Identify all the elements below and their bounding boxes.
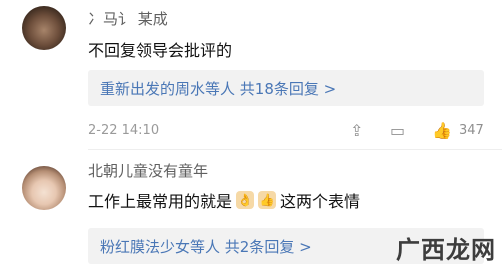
replies-text: 重新出发的周水等人 共18条回复 > [100, 79, 337, 98]
replies-link[interactable]: 重新出发的周水等人 共18条回复 > [88, 70, 484, 106]
comment-item: 冫马讠 某成 不回复领导会批评的 重新出发的周水等人 共18条回复 > 2-22… [0, 0, 502, 150]
comment-meta: 2-22 14:10 ⇪ ▭ 👍 347 [88, 121, 484, 141]
username[interactable]: 冫马讠 某成 [88, 8, 168, 29]
avatar[interactable] [22, 166, 66, 210]
ok-hand-icon: 👌 [236, 191, 255, 209]
thumbs-up-emoji-icon: 👍 [258, 191, 277, 209]
comment-text: 工作上最常用的就是 👌 👍 这两个表情 [88, 188, 360, 212]
like-count: 347 [459, 123, 484, 138]
username[interactable]: 北朝儿童没有童年 [88, 160, 208, 181]
replies-text: 粉红膜法少女等人 共2条回复 > [100, 237, 312, 256]
avatar[interactable] [22, 6, 66, 50]
watermark: 广西龙网 [396, 236, 496, 264]
share-icon[interactable]: ⇪ [350, 121, 363, 140]
thumbs-up-icon[interactable]: 👍 [432, 121, 452, 140]
comment-text-prefix: 工作上最常用的就是 [88, 192, 233, 211]
timestamp: 2-22 14:10 [88, 123, 160, 138]
comment-text-suffix: 这两个表情 [280, 192, 361, 211]
comment-text: 不回复领导会批评的 [88, 41, 233, 60]
comment-icon[interactable]: ▭ [390, 121, 405, 140]
